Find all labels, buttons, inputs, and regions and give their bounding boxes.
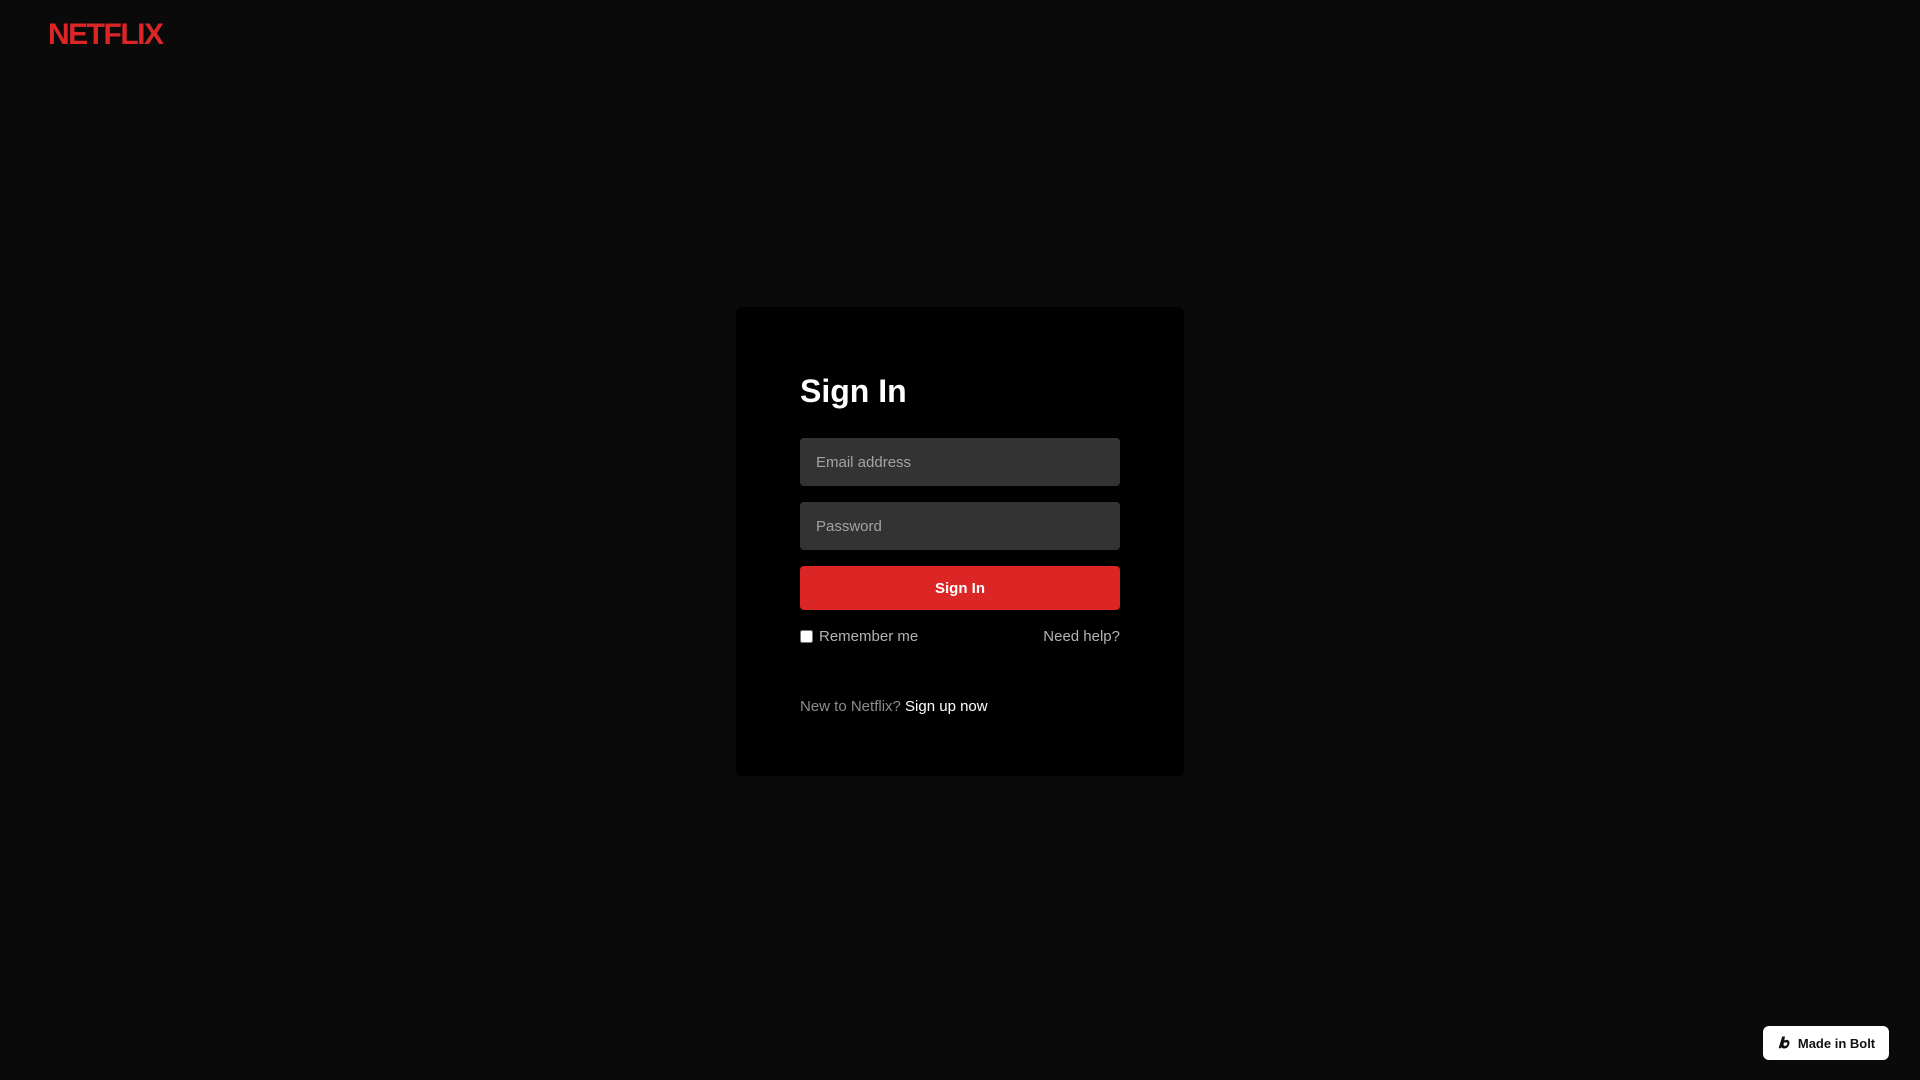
remember-me-label: Remember me [819, 628, 919, 645]
made-in-bolt-badge[interactable]: Made in Bolt [1763, 1026, 1889, 1060]
remember-me-checkbox[interactable] [800, 630, 813, 643]
signup-prompt-text: New to Netflix? [800, 698, 901, 715]
bolt-logo-icon [1777, 1035, 1793, 1051]
signin-options-row: Remember me Need help? [800, 628, 1120, 645]
remember-me[interactable]: Remember me [800, 628, 918, 645]
made-in-bolt-label: Made in Bolt [1797, 1035, 1876, 1051]
signin-button[interactable]: Sign In [800, 566, 1120, 610]
netflix-logo[interactable]: NETFLIX [48, 18, 164, 50]
need-help-link[interactable]: Need help? [1043, 628, 1120, 645]
signin-title: Sign In [800, 373, 907, 409]
email-input[interactable] [800, 438, 1120, 486]
signup-link[interactable]: Sign up now [905, 698, 988, 715]
page: NETFLIX Sign In Sign In Remember me Need… [0, 0, 1920, 1080]
signup-prompt: New to Netflix? Sign up now [800, 698, 1120, 715]
password-input[interactable] [800, 502, 1120, 550]
signin-card: Sign In Sign In Remember me Need help? N… [736, 307, 1184, 776]
